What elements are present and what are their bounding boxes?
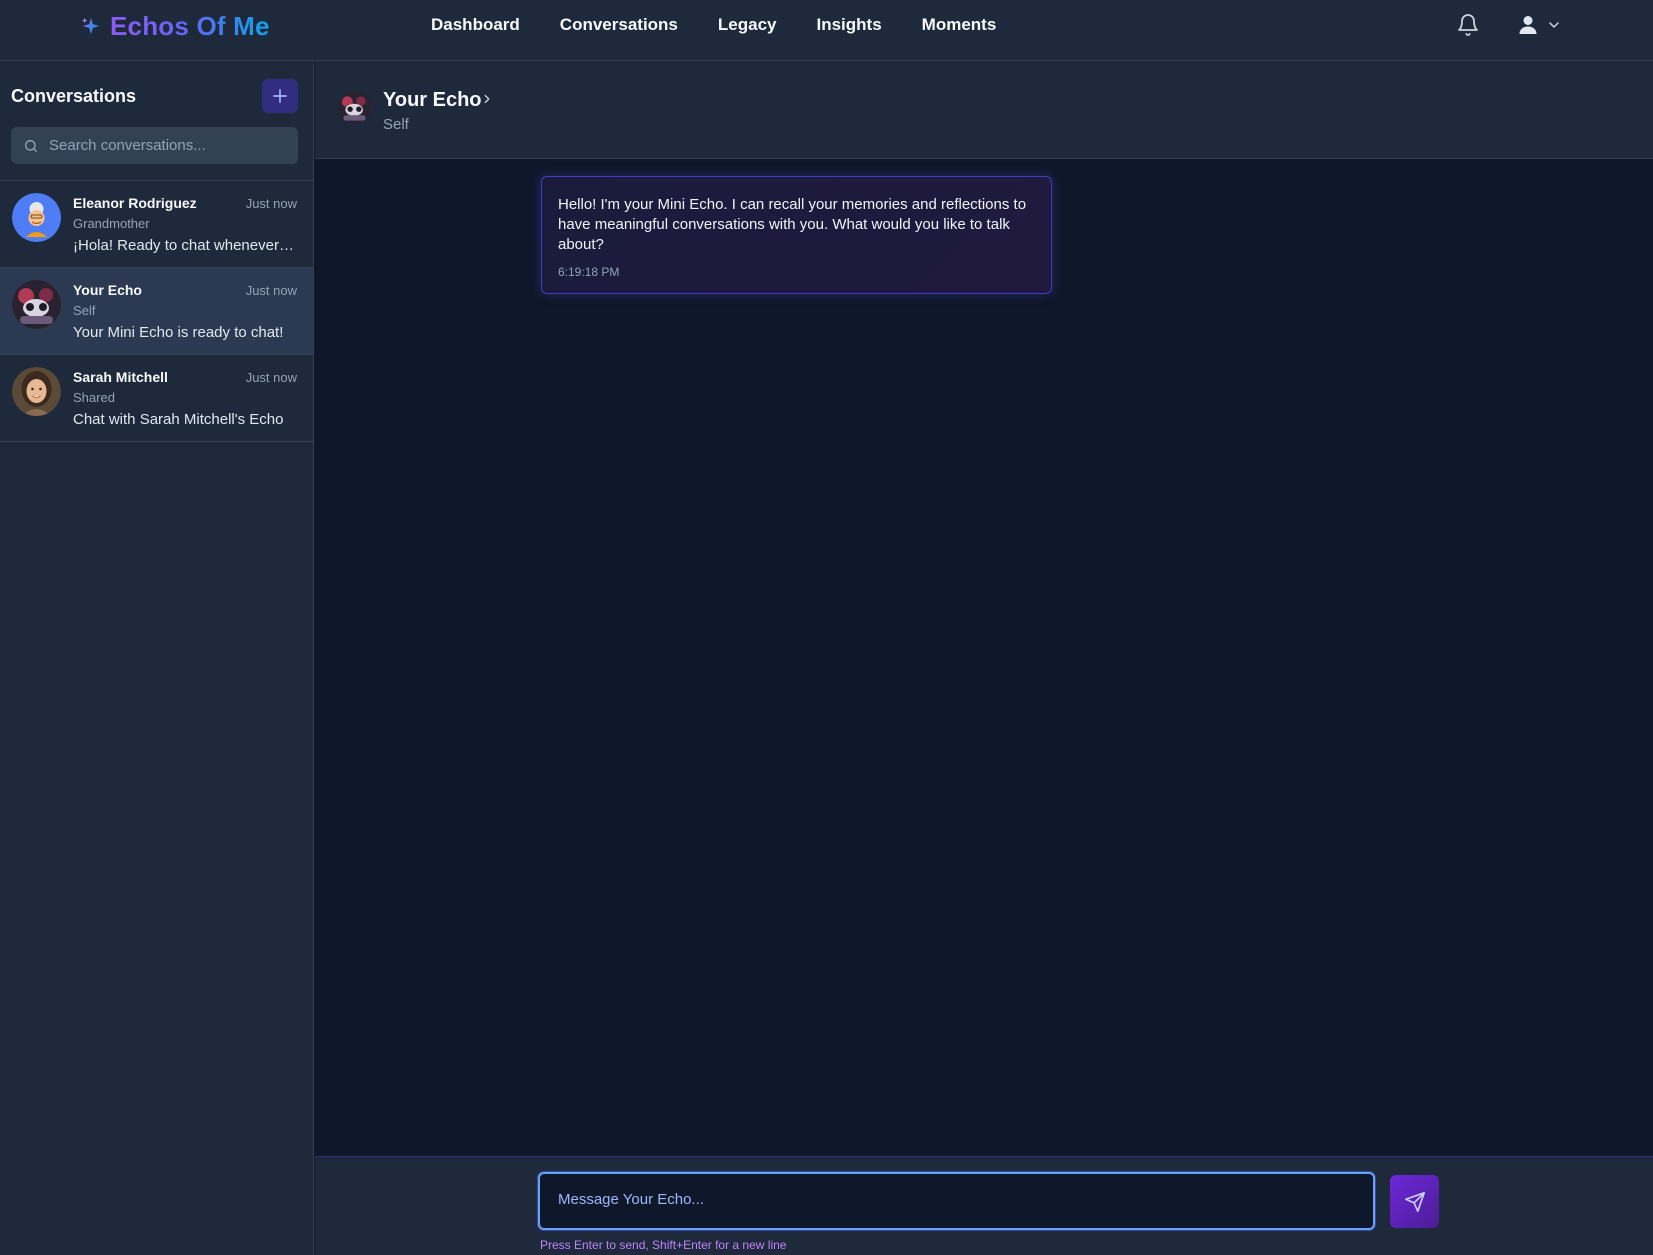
search-box (11, 127, 298, 164)
top-navigation-bar: Echos Of Me Dashboard Conversations Lega… (0, 0, 1653, 61)
message-timestamp: 6:19:18 PM (558, 265, 620, 279)
composer-hint: Press Enter to send, Shift+Enter for a n… (540, 1238, 787, 1252)
conversation-item-eleanor-rodriguez[interactable]: Eleanor Rodriguez Just now Grandmother ¡… (0, 181, 313, 268)
conversation-list: Eleanor Rodriguez Just now Grandmother ¡… (0, 180, 313, 442)
search-icon (25, 139, 37, 152)
message-input[interactable] (540, 1174, 1373, 1228)
nav-insights[interactable]: Insights (816, 14, 881, 36)
conversation-time: Just now (245, 283, 297, 298)
conversations-sidebar: Conversations Ele (0, 61, 314, 1255)
avatar (338, 91, 371, 124)
conversation-role: Shared (73, 390, 115, 405)
chat-header: Your Echo Self (315, 61, 1653, 159)
message-bubble: Hello! I'm your Mini Echo. I can recall … (541, 176, 1052, 294)
conversation-preview: Your Mini Echo is ready to chat! (73, 324, 284, 341)
send-icon (1404, 1191, 1425, 1212)
conversation-item-sarah-mitchell[interactable]: Sarah Mitchell Just now Shared Chat with… (0, 355, 313, 442)
send-button[interactable] (1390, 1175, 1439, 1228)
avatar (12, 193, 61, 242)
message-text: Hello! I'm your Mini Echo. I can recall … (558, 196, 1027, 253)
chevron-right-icon[interactable] (480, 92, 494, 106)
conversation-name: Your Echo (73, 282, 142, 298)
conversation-role: Grandmother (73, 216, 150, 231)
search-input[interactable] (49, 137, 279, 154)
message-input-wrapper (538, 1172, 1375, 1230)
conversation-item-your-echo[interactable]: Your Echo Just now Self Your Mini Echo i… (0, 268, 313, 355)
message-composer: Press Enter to send, Shift+Enter for a n… (315, 1156, 1653, 1255)
avatar (12, 280, 61, 329)
user-icon (1519, 16, 1537, 34)
nav-moments[interactable]: Moments (922, 14, 997, 36)
conversation-name: Sarah Mitchell (73, 369, 168, 385)
conversation-name: Eleanor Rodriguez (73, 195, 197, 211)
chat-title[interactable]: Your Echo (383, 89, 482, 112)
plus-icon (273, 89, 287, 103)
conversation-preview: Chat with Sarah Mitchell's Echo (73, 411, 284, 428)
avatar (12, 367, 61, 416)
message-area[interactable]: Hello! I'm your Mini Echo. I can recall … (315, 159, 1653, 1156)
brand-logo[interactable]: Echos Of Me (80, 10, 270, 42)
conversation-preview: ¡Hola! Ready to chat whenever you are! (73, 237, 297, 254)
conversation-role: Self (73, 303, 96, 318)
conversation-time: Just now (245, 196, 297, 211)
conversation-time: Just now (245, 370, 297, 385)
sidebar-title: Conversations (11, 86, 137, 106)
sidebar-header: Conversations (11, 79, 298, 115)
chevron-down-icon (1549, 22, 1559, 28)
nav-dashboard[interactable]: Dashboard (431, 14, 520, 36)
nav-legacy[interactable]: Legacy (718, 14, 777, 36)
user-menu-button[interactable] (1516, 13, 1562, 37)
nav-conversations[interactable]: Conversations (560, 14, 678, 36)
main-nav: Dashboard Conversations Legacy Insights … (431, 14, 996, 36)
bell-icon[interactable] (1456, 13, 1480, 37)
new-conversation-button[interactable] (262, 79, 298, 113)
chat-subtitle: Self (383, 116, 409, 133)
sparkle-icon (81, 17, 100, 35)
brand-name: Echos Of Me (110, 10, 270, 41)
